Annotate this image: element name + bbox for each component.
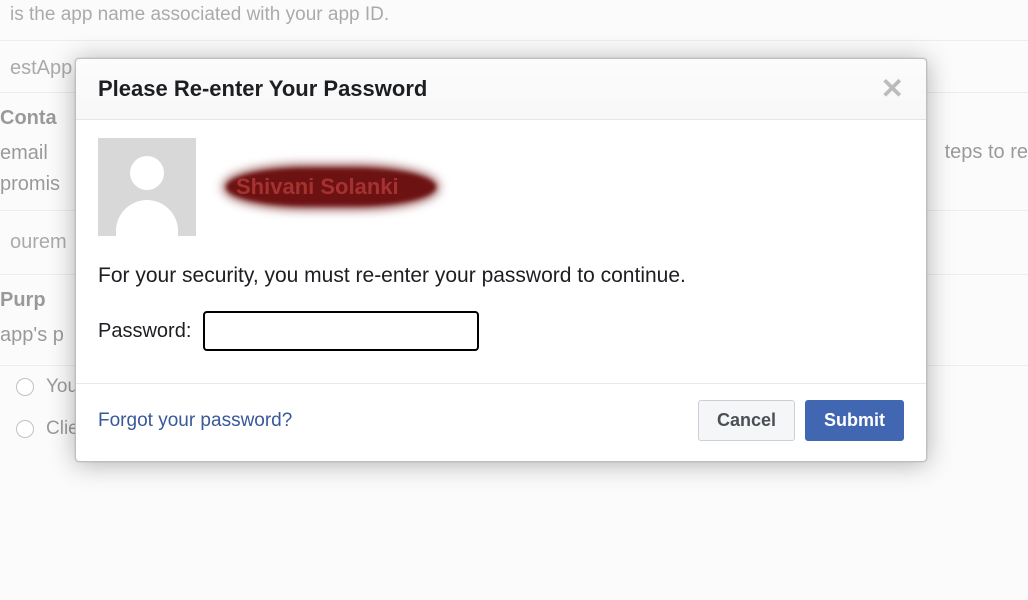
modal-header: Please Re-enter Your Password ✕: [76, 59, 926, 120]
password-label: Password:: [98, 320, 191, 343]
reenter-password-modal: Please Re-enter Your Password ✕ Shivani …: [75, 58, 927, 462]
username-text: Shivani Solanki: [236, 174, 399, 200]
user-row: Shivani Solanki: [98, 138, 904, 236]
modal-title: Please Re-enter Your Password: [98, 76, 427, 102]
username-redacted: Shivani Solanki: [226, 168, 436, 206]
forgot-password-link[interactable]: Forgot your password?: [98, 410, 292, 432]
cancel-button[interactable]: Cancel: [698, 400, 795, 441]
submit-button[interactable]: Submit: [805, 400, 904, 441]
avatar: [98, 138, 196, 236]
security-message: For your security, you must re-enter you…: [98, 262, 904, 289]
close-icon[interactable]: ✕: [881, 75, 904, 103]
password-input[interactable]: [203, 311, 479, 351]
